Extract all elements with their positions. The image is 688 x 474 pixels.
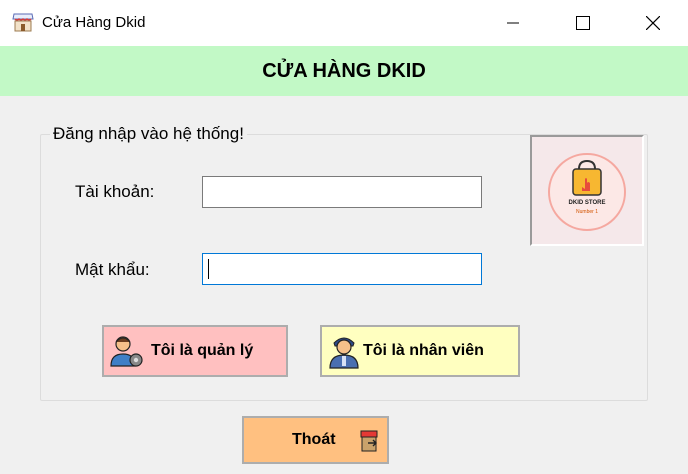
- login-group-title: Đăng nhập vào hệ thống!: [50, 124, 247, 144]
- logo-subtext: Number 1: [576, 209, 598, 215]
- text-caret: [208, 259, 209, 279]
- maximize-button[interactable]: [560, 0, 606, 46]
- store-logo: DKID STORE Number 1: [530, 135, 644, 246]
- store-header: CỬA HÀNG DKID: [0, 46, 688, 96]
- username-input[interactable]: [202, 176, 482, 208]
- staff-button-label: Tôi là nhân viên: [363, 342, 484, 359]
- username-label: Tài khoản:: [75, 182, 155, 201]
- exit-button-label: Thoát: [292, 431, 336, 448]
- exit-door-icon: [360, 430, 382, 452]
- manager-login-button[interactable]: Tôi là quản lý: [102, 325, 288, 377]
- maximize-icon: [576, 16, 590, 30]
- close-button[interactable]: [630, 0, 676, 46]
- minimize-button[interactable]: [490, 0, 536, 46]
- store-icon: [12, 11, 34, 33]
- logo-text: DKID STORE: [568, 200, 606, 206]
- window-title: Cửa Hàng Dkid: [42, 14, 146, 31]
- staff-icon: [329, 333, 359, 369]
- manager-button-label: Tôi là quản lý: [151, 342, 254, 359]
- staff-login-button[interactable]: Tôi là nhân viên: [320, 325, 520, 377]
- exit-button[interactable]: Thoát: [242, 416, 389, 464]
- title-bar: Cửa Hàng Dkid: [0, 0, 688, 46]
- password-input[interactable]: [202, 253, 482, 285]
- password-label: Mật khẩu:: [75, 260, 150, 279]
- minimize-icon: [507, 22, 519, 24]
- manager-icon: [109, 333, 145, 369]
- close-icon: [646, 16, 660, 30]
